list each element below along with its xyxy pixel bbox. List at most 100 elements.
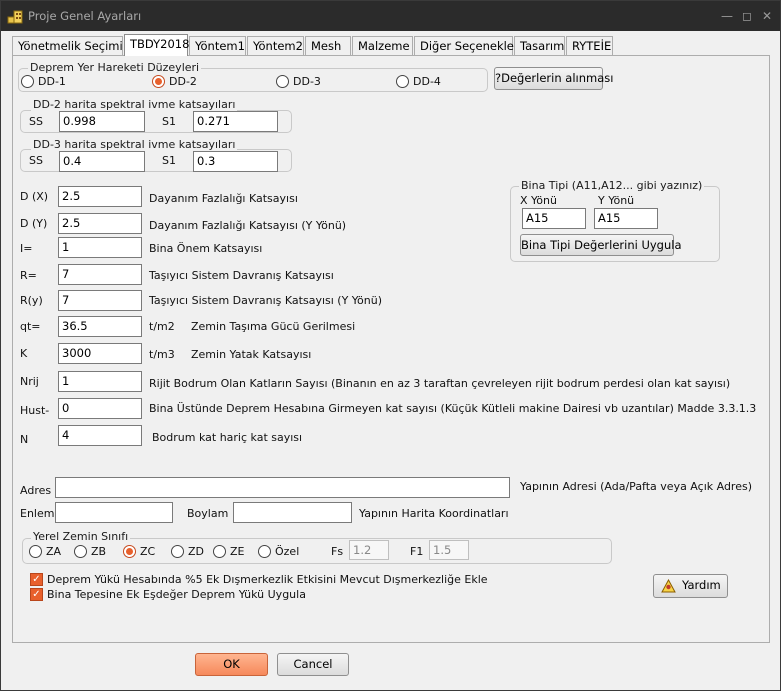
check-dismerkezlik[interactable]: ✓ [30,573,43,586]
help-button[interactable]: Yardım [653,574,728,598]
radio-za[interactable] [29,545,42,558]
param-r-label: R= [20,269,37,282]
zemin-group-title: Yerel Zemin Sınıfı [31,530,131,543]
radio-ze-label: ZE [230,545,245,558]
param-n-label: N [20,433,29,446]
help-button-label: Yardım [682,578,721,592]
tab-tbdy2018[interactable]: TBDY2018 [124,34,189,56]
radio-zd[interactable] [171,545,184,558]
bina-tipi-y-input[interactable]: A15 [594,208,658,229]
adres-input[interactable] [55,477,510,498]
radio-dd1[interactable] [21,75,34,88]
radio-zb[interactable] [74,545,87,558]
tab-tasarim[interactable]: Tasarım [514,36,565,55]
radio-zd-label: ZD [188,545,205,558]
dd3-group-title: DD-3 harita spektral ivme katsayıları [31,138,238,151]
tbdy2018-panel: Deprem Yer Hareketi Düzeyleri DD-1 DD-2 … [12,55,770,643]
radio-zc-label: ZC [140,545,156,558]
maximize-icon[interactable]: ◻ [738,7,756,25]
check-bina-tepesi[interactable]: ✓ [30,588,43,601]
adres-desc: Yapının Adresi (Ada/Pafta veya Açık Adre… [520,480,752,493]
tab-yonetmelik[interactable]: Yönetmelik Seçimi [12,36,123,55]
fs-label: Fs [331,545,344,558]
boylam-label: Boylam [187,507,229,520]
param-qt-label: qt= [20,320,41,333]
tab-yontem1[interactable]: Yöntem1 [189,36,246,55]
adres-label: Adres [20,484,52,497]
radio-dd3[interactable] [276,75,289,88]
param-dx-desc: Dayanım Fazlalığı Katsayısı [149,192,298,205]
param-n-desc: Bodrum kat hariç kat sayısı [152,431,303,444]
enlem-label: Enlem [20,507,55,520]
param-qt-desc: Zemin Taşıma Gücü Gerilmesi [191,320,356,333]
param-hust-label: Hust- [20,404,50,417]
param-nrij-label: Nrij [20,375,39,388]
tab-malzeme[interactable]: Malzeme [352,36,413,55]
param-dy-input[interactable]: 2.5 [58,213,142,234]
close-icon[interactable]: ✕ [758,7,776,25]
param-hust-desc: Bina Üstünde Deprem Hesabına Girmeyen ka… [149,402,757,415]
dd3-s1-label: S1 [162,154,176,167]
dd3-ss-input[interactable]: 0.4 [59,151,145,172]
param-qt-unit: t/m2 [149,320,175,333]
bina-tipi-y-label: Y Yönü [598,194,635,207]
param-k-unit: t/m3 [149,348,175,361]
boylam-input[interactable] [233,502,352,523]
param-ry-label: R(y) [20,294,43,307]
cancel-button[interactable]: Cancel [277,653,349,676]
tab-mesh[interactable]: Mesh [305,36,351,55]
tab-diger[interactable]: Diğer Seçenekler [414,36,519,55]
minimize-icon[interactable]: — [718,7,736,25]
dialog-window: Proje Genel Ayarları — ◻ ✕ Yönetmelik Se… [0,0,781,691]
param-nrij-desc: Rijit Bodrum Olan Katların Sayısı (Binan… [149,377,731,390]
f1-input[interactable]: 1.5 [429,540,469,560]
radio-ozel[interactable] [258,545,271,558]
param-k-input[interactable]: 3000 [58,343,142,364]
radio-ze[interactable] [213,545,226,558]
param-k-label: K [20,347,28,360]
check-bina-tepesi-label: Bina Tepesine Ek Eşdeğer Deprem Yükü Uyg… [47,588,306,601]
dd3-ss-label: SS [29,154,43,167]
radio-dd4-label: DD-4 [413,75,441,88]
get-values-button[interactable]: ?Değerlerin alınması [494,67,613,90]
param-i-input[interactable]: 1 [58,237,142,258]
param-n-input[interactable]: 4 [58,425,142,446]
tab-ryteie[interactable]: RYTEİE [566,36,613,55]
dd2-group-title: DD-2 harita spektral ivme katsayıları [31,98,238,111]
bina-tipi-x-input[interactable]: A15 [522,208,586,229]
bina-tipi-title: Bina Tipi (A11,A12... gibi yazınız) [519,179,705,192]
param-dx-label: D (X) [20,190,49,203]
param-qt-input[interactable]: 36.5 [58,316,142,337]
apply-bina-tipi-button[interactable]: Bina Tipi Değerlerini Uygula [520,234,682,256]
radio-zc[interactable] [123,545,136,558]
dd2-ss-label: SS [29,115,43,128]
ok-button[interactable]: OK [195,653,268,676]
tab-yontem2[interactable]: Yöntem2 [247,36,304,55]
radio-za-label: ZA [46,545,62,558]
dd2-s1-input[interactable]: 0.271 [193,111,278,132]
param-ry-desc: Taşıyıcı Sistem Davranış Katsayısı (Y Yö… [149,294,383,307]
param-nrij-input[interactable]: 1 [58,371,142,392]
param-dx-input[interactable]: 2.5 [58,186,142,207]
dd2-ss-input[interactable]: 0.998 [59,111,145,132]
fs-input[interactable]: 1.2 [349,540,389,560]
radio-dd2-label: DD-2 [169,75,197,88]
dd2-s1-label: S1 [162,115,176,128]
param-r-input[interactable]: 7 [58,264,142,285]
radio-dd2[interactable] [152,75,165,88]
radio-zb-label: ZB [91,545,107,558]
param-hust-input[interactable]: 0 [58,398,142,419]
deprem-group-title: Deprem Yer Hareketi Düzeyleri [28,61,202,74]
radio-dd1-label: DD-1 [38,75,66,88]
enlem-input[interactable] [55,502,173,523]
param-i-label: I= [20,242,33,255]
radio-ozel-label: Özel [275,545,300,558]
bina-tipi-x-label: X Yönü [520,194,557,207]
window-title: Proje Genel Ayarları [28,9,142,23]
dd3-s1-input[interactable]: 0.3 [193,151,278,172]
app-icon [7,10,23,24]
title-bar: Proje Genel Ayarları — ◻ ✕ [1,1,780,31]
radio-dd4[interactable] [396,75,409,88]
param-dy-desc: Dayanım Fazlalığı Katsayısı (Y Yönü) [149,219,347,232]
param-ry-input[interactable]: 7 [58,290,142,311]
